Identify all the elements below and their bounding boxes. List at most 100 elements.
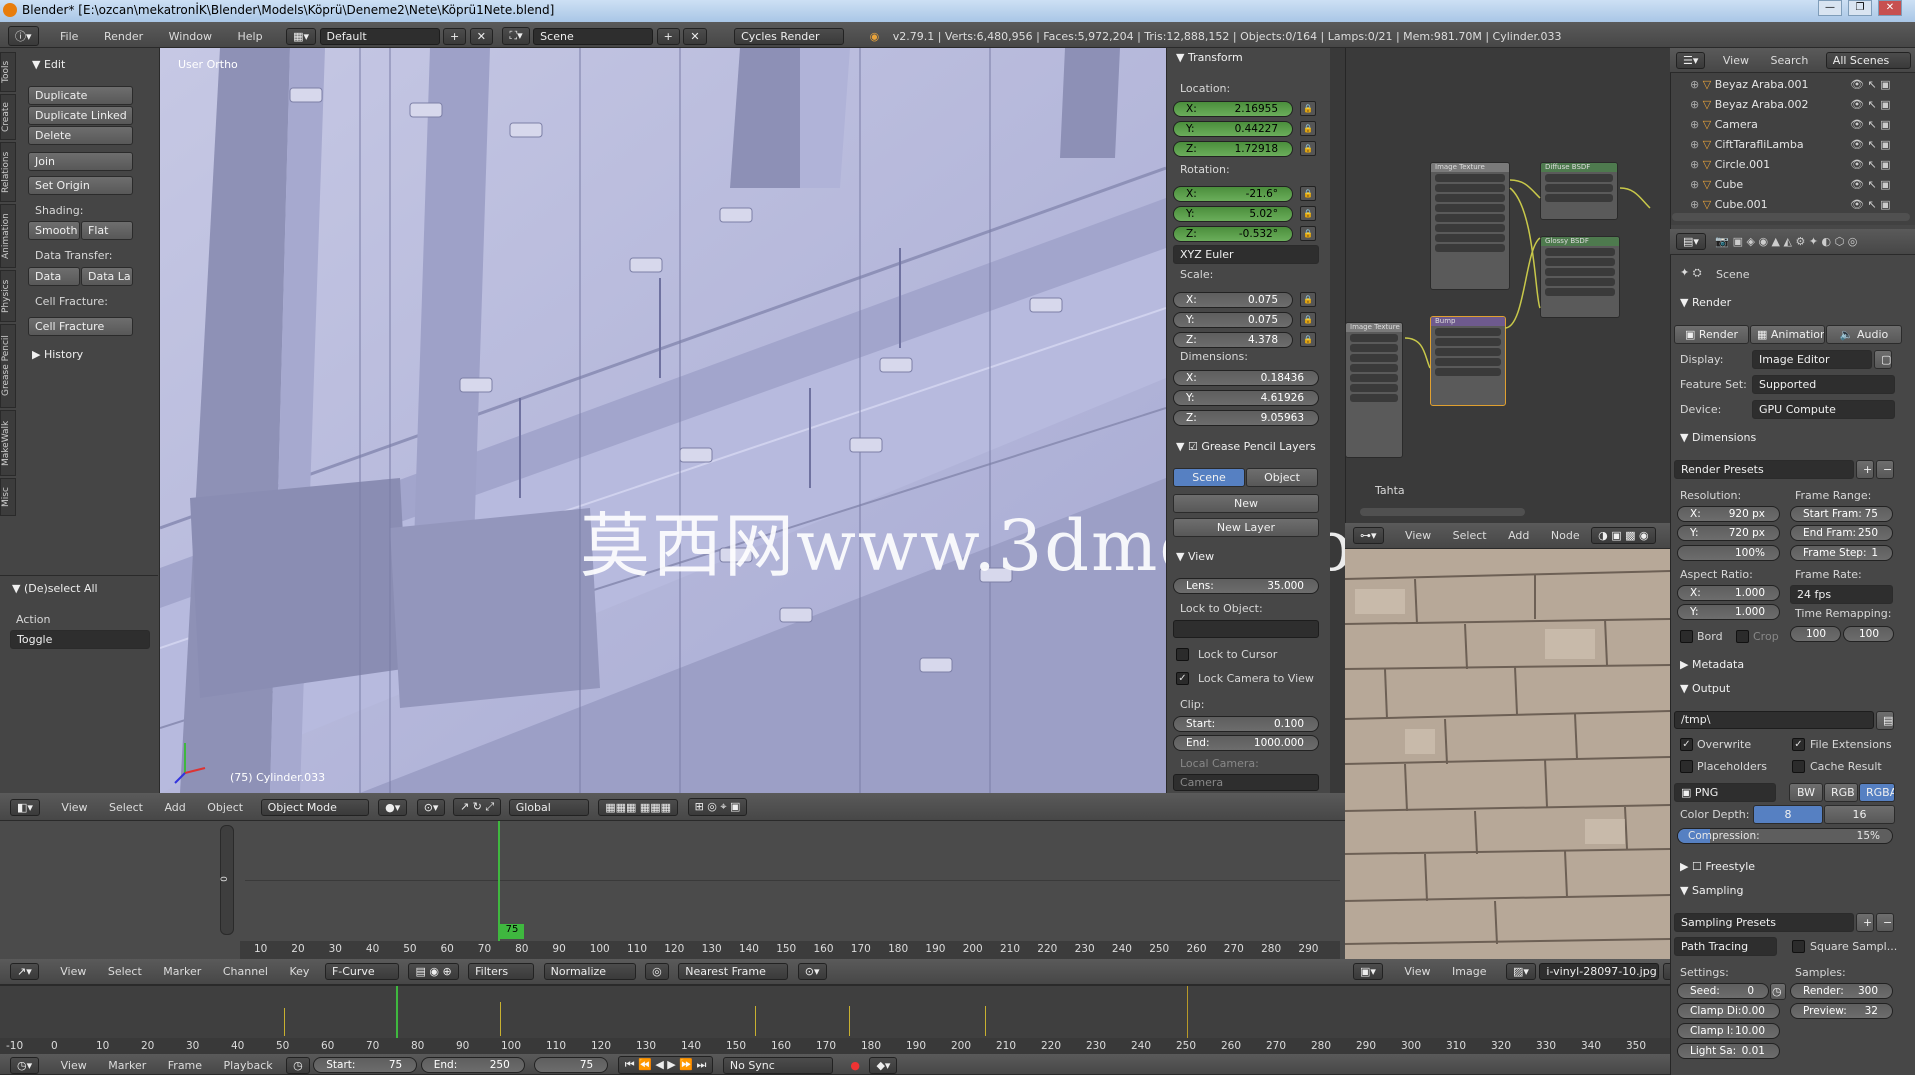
lock-icon[interactable]: 🔒 xyxy=(1300,312,1316,327)
graph-editor-type-icon[interactable]: ↗▾ xyxy=(10,963,39,980)
dimensions-y-field[interactable]: Y: 4.61926 xyxy=(1173,390,1319,406)
grease-pencil-header[interactable]: ▼ ☑ Grease Pencil Layers xyxy=(1176,440,1316,453)
view-panel-header[interactable]: ▼ View xyxy=(1176,550,1214,563)
image-editor-canvas[interactable] xyxy=(1345,549,1670,959)
audio-button[interactable]: 🔈 Audio xyxy=(1826,325,1902,344)
render-presets-add-button[interactable]: + xyxy=(1856,460,1874,479)
output-browse-icon[interactable]: ▤ xyxy=(1876,711,1894,730)
expand-icon[interactable]: ⊕ xyxy=(1690,98,1703,111)
action-dropdown[interactable]: Toggle xyxy=(10,630,150,649)
outliner-item[interactable]: ⊕ ▽ Cube.001 👁 ↖ ▣ xyxy=(1690,198,1891,214)
resolution-y-field[interactable]: Y: 720 px xyxy=(1677,525,1780,541)
sampling-presets-remove-button[interactable]: − xyxy=(1876,913,1894,932)
placeholders-checkbox[interactable] xyxy=(1680,760,1693,773)
panel-edit-header[interactable]: ▼ Edit xyxy=(32,58,65,71)
snap-icon[interactable]: ⊞ ◎ ⌖ ▣ xyxy=(687,798,748,816)
clip-end-field[interactable]: End: 1000.000 xyxy=(1173,735,1319,751)
node-editor-type-icon[interactable]: ⊶▾ xyxy=(1353,527,1384,544)
lock-icon[interactable]: 🔒 xyxy=(1300,292,1316,307)
animation-button[interactable]: ▦ Animation xyxy=(1750,325,1825,344)
playback-controls[interactable]: ⏮ ⏪ ◀ ▶ ⏩ ⏭ xyxy=(617,1056,714,1074)
ge-menu-key[interactable]: Key xyxy=(290,965,310,978)
preview-samples-field[interactable]: Preview: 32 xyxy=(1790,1003,1893,1019)
dimensions-panel-header[interactable]: ▼ Dimensions xyxy=(1680,431,1756,444)
gp-scene-button[interactable]: Scene xyxy=(1173,468,1245,487)
visibility-icons[interactable]: 👁 ↖ ▣ xyxy=(1850,138,1891,151)
lock-to-object-field[interactable] xyxy=(1173,620,1319,638)
layout-remove-button[interactable]: ✕ xyxy=(469,27,493,45)
seed-animate-icon[interactable]: ◷ xyxy=(1770,983,1786,1000)
menu-help[interactable]: Help xyxy=(238,30,263,43)
visibility-icons[interactable]: 👁 ↖ ▣ xyxy=(1850,98,1891,111)
location-y-field[interactable]: Y: 0.44227 xyxy=(1173,121,1293,137)
crop-checkbox[interactable] xyxy=(1736,630,1749,643)
clamp-direct-field[interactable]: Clamp Di: 0.00 xyxy=(1677,1003,1780,1019)
rotation-z-field[interactable]: Z: -0.532° xyxy=(1173,226,1293,242)
layers-grid[interactable]: ▦▦▦ ▦▦▦ xyxy=(598,798,679,816)
tab-grease-pencil[interactable]: Grease Pencil xyxy=(0,324,16,408)
frame-step-field[interactable]: Frame Step: 1 xyxy=(1790,545,1893,561)
sampling-presets-add-button[interactable]: + xyxy=(1856,913,1874,932)
timeline-current-frame-field[interactable]: 75 xyxy=(534,1057,609,1073)
sync-dropdown[interactable]: No Sync xyxy=(722,1056,833,1074)
render-engine-dropdown[interactable]: Cycles Render xyxy=(734,27,845,45)
sampling-panel-header[interactable]: ▼ Sampling xyxy=(1680,884,1743,897)
manipulator-icon[interactable]: ↗ ↻ ⤢ xyxy=(452,798,502,816)
output-panel-header[interactable]: ▼ Output xyxy=(1680,682,1730,695)
smooth-button[interactable]: Smooth xyxy=(28,221,80,240)
shader-type-icons[interactable]: ◑ ▣ ▩ ◉ xyxy=(1591,527,1656,544)
graph-playhead[interactable] xyxy=(498,821,500,941)
color-bw-button[interactable]: BW xyxy=(1789,783,1823,802)
rotation-mode-dropdown[interactable]: XYZ Euler xyxy=(1173,245,1319,264)
outliner-editor-type-icon[interactable]: ☰▾ xyxy=(1676,52,1706,69)
delete-button[interactable]: Delete xyxy=(28,126,133,145)
dimensions-z-field[interactable]: Z: 9.05963 xyxy=(1173,410,1319,426)
overwrite-checkbox[interactable]: ✓ xyxy=(1680,738,1693,751)
resolution-percent-field[interactable]: 100% xyxy=(1677,545,1780,561)
lock-icon[interactable]: 🔒 xyxy=(1300,121,1316,136)
layout-selector[interactable]: Default xyxy=(319,27,440,45)
color-depth-8-button[interactable]: 8 xyxy=(1753,805,1823,824)
cell-fracture-button[interactable]: Cell Fracture xyxy=(28,317,133,336)
panel-history-header[interactable]: ▶ History xyxy=(32,348,83,361)
viewport-editor-type-icon[interactable]: ◧▾ xyxy=(10,798,40,816)
duplicate-button[interactable]: Duplicate xyxy=(28,86,133,105)
ne-menu-node[interactable]: Node xyxy=(1551,529,1580,542)
tab-physics[interactable]: Physics xyxy=(0,270,16,322)
vp-menu-select[interactable]: Select xyxy=(109,801,143,814)
light-sampling-field[interactable]: Light Sa: 0.01 xyxy=(1677,1043,1780,1059)
render-presets-remove-button[interactable]: − xyxy=(1876,460,1894,479)
file-format-dropdown[interactable]: ▣ PNG xyxy=(1674,783,1776,802)
ge-menu-view[interactable]: View xyxy=(60,965,86,978)
visibility-icons[interactable]: 👁 ↖ ▣ xyxy=(1850,198,1891,211)
dimensions-x-field[interactable]: X: 0.18436 xyxy=(1173,370,1319,386)
layout-icon[interactable]: ▦▾ xyxy=(286,27,316,45)
file-extensions-checkbox[interactable]: ✓ xyxy=(1792,738,1805,751)
menu-render[interactable]: Render xyxy=(104,30,143,43)
device-dropdown[interactable]: GPU Compute xyxy=(1752,400,1895,419)
properties-editor-type-icon[interactable]: ▤▾ xyxy=(1676,233,1706,250)
color-rgba-button[interactable]: RGBA xyxy=(1859,783,1895,802)
outliner-item[interactable]: ⊕ ▽ CiftTarafliLamba 👁 ↖ ▣ xyxy=(1690,138,1891,154)
output-path-field[interactable]: /tmp\ xyxy=(1674,711,1874,729)
outliner-item[interactable]: ⊕ ▽ Circle.001 👁 ↖ ▣ xyxy=(1690,158,1891,174)
scene-remove-button[interactable]: ✕ xyxy=(683,27,707,45)
tab-animation[interactable]: Animation xyxy=(0,204,16,268)
close-button[interactable]: ✕ xyxy=(1878,0,1902,16)
tab-create[interactable]: Create xyxy=(0,94,16,140)
sampling-presets-dropdown[interactable]: Sampling Presets xyxy=(1674,913,1854,932)
expand-icon[interactable]: ⊕ xyxy=(1690,118,1703,131)
ge-extra-icon[interactable]: ◎ xyxy=(645,963,669,980)
minimize-button[interactable]: — xyxy=(1818,0,1842,16)
image-name-field[interactable]: i-vinyl-28097-10.jpg xyxy=(1539,963,1660,980)
lock-camera-checkbox[interactable]: ✓ xyxy=(1176,672,1189,685)
menu-window[interactable]: Window xyxy=(169,30,212,43)
ie-menu-image[interactable]: Image xyxy=(1452,965,1486,978)
expand-icon[interactable]: ⊕ xyxy=(1690,138,1703,151)
join-button[interactable]: Join xyxy=(28,152,133,171)
fcurve-mode-dropdown[interactable]: F-Curve xyxy=(324,963,399,980)
node-scrollbar[interactable] xyxy=(1360,508,1525,516)
resolution-x-field[interactable]: X: 920 px xyxy=(1677,506,1780,522)
image-browse-icon[interactable]: ▨▾ xyxy=(1505,963,1536,980)
rotation-y-field[interactable]: Y: 5.02° xyxy=(1173,206,1293,222)
